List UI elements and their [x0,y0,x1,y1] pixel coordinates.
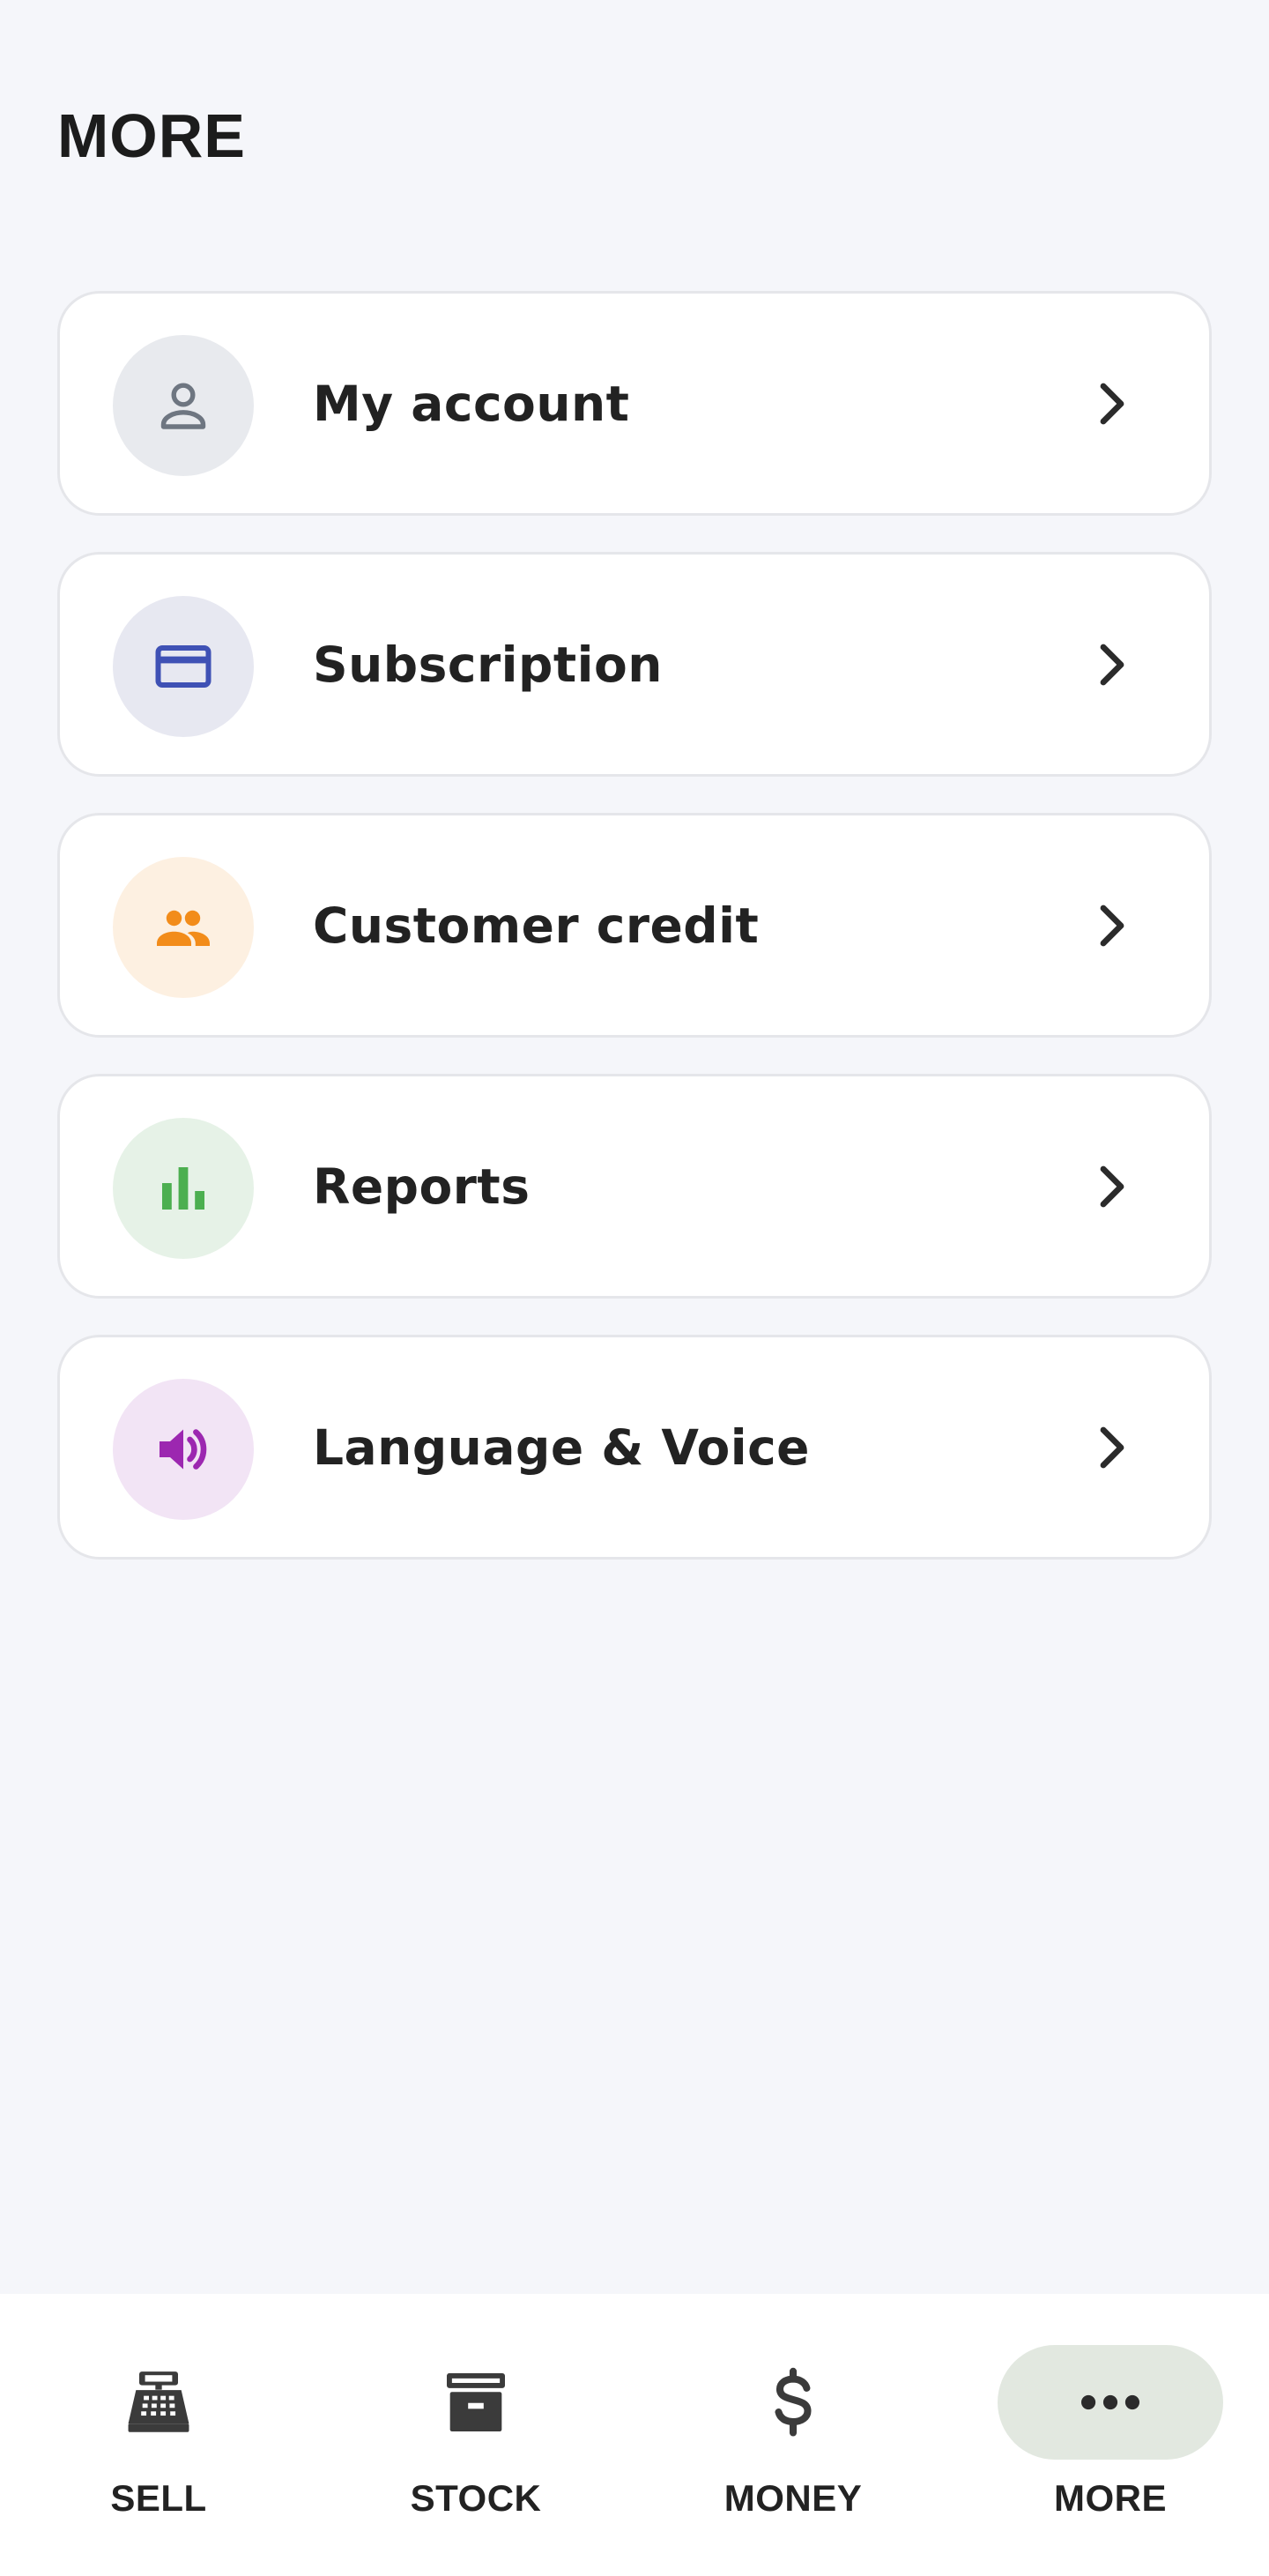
menu-item-label: My account [313,375,630,432]
speaker-icon [160,1429,207,1470]
chevron-right-icon [1096,1425,1132,1470]
bar-chart-icon [162,1167,204,1210]
page-title: MORE [57,101,246,170]
nav-item-money[interactable]: MONEY [634,2294,952,2576]
nav-item-stock[interactable]: STOCK [317,2294,634,2576]
menu-item-language-voice[interactable]: Language & Voice [57,1335,1212,1560]
nav-icon-wrap [363,2345,589,2460]
more-screen: MORE My account Subscription Customer cr… [0,0,1269,2576]
nav-label: SELL [110,2477,207,2519]
person-icon [160,383,206,429]
icon-circle [113,1118,254,1259]
chevron-right-icon [1096,642,1132,688]
menu-item-my-account[interactable]: My account [57,291,1212,516]
icon-circle [113,335,254,476]
menu-item-reports[interactable]: Reports [57,1074,1212,1299]
more-dots-icon [1081,2394,1139,2410]
nav-label: MONEY [724,2477,863,2519]
nav-icon-wrap [680,2345,906,2460]
nav-item-more[interactable]: MORE [952,2294,1269,2576]
icon-circle [113,1379,254,1520]
menu-item-subscription[interactable]: Subscription [57,552,1212,777]
menu-item-label: Language & Voice [313,1418,810,1476]
icon-circle [113,596,254,737]
credit-card-icon [155,645,212,688]
dollar-icon [775,2367,812,2437]
chevron-right-icon [1096,1164,1132,1210]
menu-item-customer-credit[interactable]: Customer credit [57,813,1212,1038]
people-icon [157,910,210,946]
archive-box-icon [447,2373,505,2431]
nav-item-sell[interactable]: SELL [0,2294,317,2576]
bottom-nav: SELL STOCK MONEY MORE [0,2294,1269,2576]
chevron-right-icon [1096,903,1132,949]
nav-label: STOCK [410,2477,542,2519]
menu-item-label: Subscription [313,636,663,693]
menu-item-label: Customer credit [313,897,760,954]
chevron-right-icon [1096,381,1132,427]
menu-list: My account Subscription Customer credit … [57,291,1212,1596]
menu-item-label: Reports [313,1158,531,1215]
nav-label: MORE [1054,2477,1167,2519]
nav-icon-wrap-active [998,2345,1223,2460]
nav-icon-wrap [46,2345,271,2460]
icon-circle [113,857,254,998]
cash-register-icon [128,2371,189,2432]
